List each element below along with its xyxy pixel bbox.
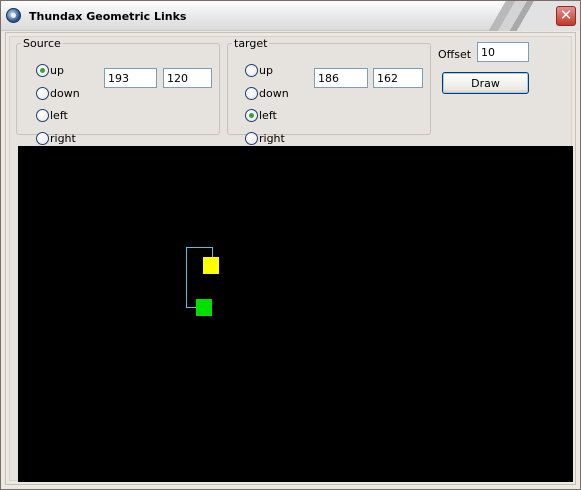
target-radio-up[interactable]: up bbox=[245, 63, 273, 77]
link-drawing bbox=[186, 247, 219, 316]
radio-icon bbox=[245, 131, 258, 145]
target-box[interactable] bbox=[196, 299, 212, 316]
client-area: Source up down left right 193 120 target… bbox=[5, 32, 576, 485]
radio-selected-icon bbox=[36, 63, 49, 77]
source-box[interactable] bbox=[203, 257, 219, 274]
title-bar[interactable]: Thundax Geometric Links ✕ bbox=[1, 1, 580, 31]
source-radio-up[interactable]: up bbox=[36, 63, 64, 77]
source-radio-down[interactable]: down bbox=[36, 86, 80, 100]
source-legend: Source bbox=[23, 37, 61, 50]
offset-input[interactable] bbox=[477, 42, 529, 62]
offset-label: Offset bbox=[438, 48, 472, 61]
source-radio-down-label: down bbox=[50, 86, 80, 100]
target-y-input[interactable] bbox=[373, 68, 423, 88]
target-radio-right[interactable]: right bbox=[245, 131, 285, 145]
content-frame: Source up down left right 193 120 target… bbox=[9, 36, 573, 482]
target-legend: target bbox=[234, 37, 268, 50]
app-window: Thundax Geometric Links ✕ Source up down… bbox=[0, 0, 581, 490]
target-radio-down-label: down bbox=[259, 86, 289, 100]
radio-icon bbox=[245, 86, 258, 100]
radio-selected-icon bbox=[245, 108, 258, 122]
window-title: Thundax Geometric Links bbox=[29, 10, 187, 23]
app-globe-icon[interactable] bbox=[6, 8, 21, 23]
drawing-canvas[interactable] bbox=[18, 146, 573, 482]
draw-button[interactable]: Draw bbox=[442, 72, 529, 94]
radio-icon bbox=[36, 131, 49, 145]
target-x-input[interactable] bbox=[314, 68, 368, 88]
source-radio-right[interactable]: right bbox=[36, 131, 76, 145]
target-radio-up-label: up bbox=[259, 63, 273, 77]
source-radio-up-label: up bbox=[50, 63, 64, 77]
close-button[interactable]: ✕ bbox=[556, 6, 576, 26]
source-radio-right-label: right bbox=[50, 131, 76, 145]
target-radio-right-label: right bbox=[259, 131, 285, 145]
source-radio-left-label: left bbox=[50, 108, 68, 122]
radio-icon bbox=[245, 63, 258, 77]
source-x-input[interactable] bbox=[104, 68, 157, 88]
target-radio-left-label: left bbox=[259, 108, 277, 122]
link-connector-line bbox=[186, 247, 213, 308]
radio-icon bbox=[36, 86, 49, 100]
target-radio-down[interactable]: down bbox=[245, 86, 289, 100]
target-radio-left[interactable]: left bbox=[245, 108, 277, 122]
source-y-input[interactable] bbox=[163, 68, 212, 88]
target-group: target up down left right bbox=[227, 37, 431, 145]
source-group: Source up down left right bbox=[16, 37, 220, 145]
source-radio-left[interactable]: left bbox=[36, 108, 68, 122]
radio-icon bbox=[36, 108, 49, 122]
